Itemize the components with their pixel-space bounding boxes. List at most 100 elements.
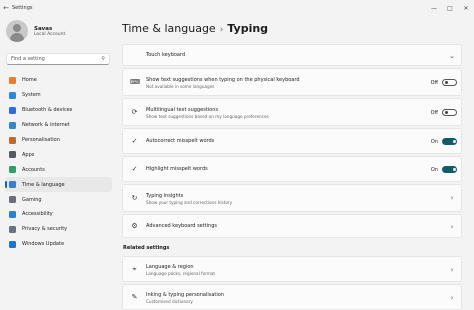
shield-icon: [9, 225, 16, 233]
advanced-keyboard-title: Advanced keyboard settings: [146, 223, 218, 229]
typing-insights-subtitle: Show your typing and corrections history: [146, 200, 233, 205]
sidebar-item-accessibility[interactable]: Accessibility: [5, 207, 112, 222]
multilingual-icon: ⟳: [131, 108, 138, 116]
accessibility-icon: [9, 210, 16, 218]
text-suggestions-title: Show text suggestions when typing on the…: [146, 77, 300, 83]
chevron-right-icon: ›: [450, 194, 454, 202]
accounts-icon: [9, 166, 16, 174]
autocorrect-title: Autocorrect misspelt words: [146, 138, 215, 144]
insights-icon: ↻: [131, 194, 138, 202]
highlight-icon: ✓: [131, 165, 138, 173]
highlight-toggle[interactable]: [442, 166, 457, 173]
sidebar-item-label: Accounts: [22, 166, 45, 173]
sidebar-item-time-language[interactable]: Time & language: [5, 177, 112, 193]
keyboard-icon: ⌨: [130, 78, 141, 86]
sidebar-item-apps[interactable]: Apps: [5, 147, 112, 162]
breadcrumb-separator: ›: [219, 25, 224, 35]
breadcrumb: Time & language › Typing: [122, 22, 268, 35]
sidebar: Savas Local Account Find a setting ⚲ Hom…: [0, 16, 116, 304]
sidebar-item-label: Bluetooth & devices: [22, 107, 73, 114]
brush-icon: [9, 136, 16, 144]
multilingual-title: Multilingual text suggestions: [146, 107, 218, 113]
sidebar-item-label: Home: [22, 77, 37, 84]
home-icon: [9, 76, 16, 84]
time-language-icon: [9, 181, 16, 189]
language-icon: ⌖: [132, 265, 137, 273]
close-icon[interactable]: ✕: [458, 0, 474, 16]
sidebar-item-privacy-security[interactable]: Privacy & security: [5, 222, 112, 237]
sidebar-item-label: Gaming: [22, 196, 42, 203]
language-region-title: Language & region: [146, 264, 194, 270]
sidebar-item-gaming[interactable]: Gaming: [5, 192, 112, 207]
search-icon: ⚲: [101, 56, 105, 62]
search-input[interactable]: Find a setting ⚲: [6, 53, 110, 65]
multilingual-subtitle: Show text suggestions based on my langua…: [146, 114, 269, 119]
language-region-card[interactable]: ⌖ Language & region Language packs, regi…: [122, 256, 462, 282]
chevron-right-icon: ›: [450, 294, 454, 302]
chevron-right-icon: ›: [450, 223, 454, 231]
highlight-title: Highlight misspelt words: [146, 166, 208, 172]
sidebar-item-network-internet[interactable]: Network & internet: [5, 118, 112, 133]
sidebar-item-label: Network & internet: [22, 122, 70, 129]
profile-account-type: Local Account: [34, 31, 66, 37]
back-arrow-icon[interactable]: ←: [0, 4, 12, 12]
inking-typing-title: Inking & typing personalisation: [146, 292, 224, 298]
inking-typing-card[interactable]: ✎ Inking & typing personalisation Custom…: [122, 284, 462, 310]
multilingual-state: Off: [430, 109, 438, 116]
avatar: [6, 20, 28, 42]
bluetooth-icon: [9, 106, 16, 114]
text-suggestions-subtitle: Not available in some languages: [146, 84, 215, 89]
sidebar-item-label: System: [22, 92, 41, 99]
maximize-icon[interactable]: □: [442, 0, 458, 16]
text-suggestions-state: Off: [430, 79, 438, 86]
sidebar-item-accounts[interactable]: Accounts: [5, 162, 112, 177]
sidebar-item-label: Windows Update: [22, 241, 65, 248]
title-bar: ← Settings — □ ✕: [0, 0, 474, 16]
multilingual-toggle[interactable]: [442, 109, 457, 116]
profile[interactable]: Savas Local Account: [6, 20, 65, 42]
chevron-down-icon[interactable]: ⌄: [447, 52, 457, 60]
sidebar-item-personalisation[interactable]: Personalisation: [5, 133, 112, 148]
breadcrumb-parent[interactable]: Time & language: [122, 22, 216, 35]
touch-keyboard-title: Touch keyboard: [146, 52, 186, 58]
sidebar-item-home[interactable]: Home: [5, 73, 112, 88]
typing-insights-card[interactable]: ↻ Typing insights Show your typing and c…: [122, 184, 462, 212]
text-suggestions-card: ⌨ Show text suggestions when typing on t…: [122, 68, 462, 96]
related-settings-heading: Related settings: [123, 245, 170, 251]
sidebar-item-bluetooth-devices[interactable]: Bluetooth & devices: [5, 103, 112, 118]
window-title: Settings: [12, 5, 33, 11]
search-placeholder: Find a setting: [11, 56, 45, 62]
autocorrect-icon: ✓: [131, 137, 138, 145]
sidebar-item-label: Privacy & security: [22, 226, 68, 233]
typing-insights-title: Typing insights: [146, 193, 184, 199]
autocorrect-card: ✓ Autocorrect misspelt words On: [122, 128, 462, 154]
sidebar-item-label: Apps: [22, 151, 35, 158]
gear-icon: ⚙: [131, 222, 138, 230]
gaming-icon: [9, 196, 16, 204]
advanced-keyboard-card[interactable]: ⚙ Advanced keyboard settings ›: [122, 214, 462, 238]
multilingual-card: ⟳ Multilingual text suggestions Show tex…: [122, 98, 462, 126]
sidebar-item-windows-update[interactable]: Windows Update: [5, 237, 112, 252]
inking-typing-subtitle: Customised dictionary: [146, 299, 193, 304]
inking-icon: ✎: [131, 293, 138, 301]
sidebar-nav: Home System Bluetooth & devices Network & i…: [5, 73, 112, 252]
touch-keyboard-icon: [130, 51, 139, 60]
highlight-state: On: [430, 166, 438, 173]
page-title: Typing: [227, 22, 269, 35]
sidebar-item-label: Accessibility: [22, 211, 53, 218]
update-icon: [9, 240, 16, 248]
text-suggestions-toggle[interactable]: [442, 79, 457, 86]
autocorrect-state: On: [430, 138, 438, 145]
network-icon: [9, 121, 16, 129]
autocorrect-toggle[interactable]: [442, 138, 457, 145]
sidebar-item-label: Personalisation: [22, 137, 60, 143]
touch-keyboard-card[interactable]: Touch keyboard ⌄: [122, 44, 462, 66]
chevron-right-icon: ›: [450, 266, 454, 274]
minimize-icon[interactable]: —: [426, 0, 442, 16]
apps-icon: [9, 151, 16, 159]
highlight-card: ✓ Highlight misspelt words On: [122, 156, 462, 182]
system-icon: [9, 91, 16, 99]
sidebar-item-system[interactable]: System: [5, 88, 112, 103]
sidebar-item-label: Time & language: [22, 181, 65, 188]
window-controls: — □ ✕: [426, 0, 474, 16]
